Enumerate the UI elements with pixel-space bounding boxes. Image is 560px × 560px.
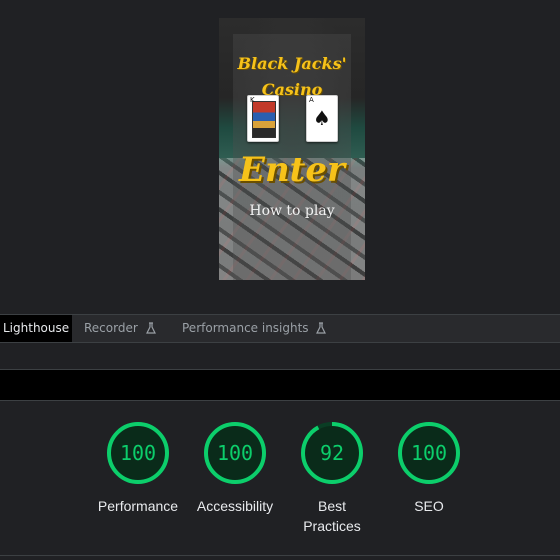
flask-icon: [316, 317, 327, 344]
performance-label: Performance: [97, 498, 179, 514]
king-face: [252, 101, 276, 138]
seo-gauge[interactable]: 100: [397, 421, 461, 485]
best-practices-label: Best Practices: [303, 498, 361, 534]
devtools-tab-bar: Lighthouse Recorder Performance insights: [0, 314, 560, 343]
tab-performance-insights[interactable]: Performance insights: [182, 315, 327, 344]
enter-button[interactable]: Enter: [219, 148, 365, 192]
king-card-image: K: [247, 95, 279, 142]
accessibility-gauge[interactable]: 100: [203, 421, 267, 485]
performance-gauge[interactable]: 100: [106, 421, 170, 485]
tab-recorder-label: Recorder: [84, 321, 138, 335]
seo-score: 100: [410, 441, 448, 465]
site-title-line1: Black Jacks': [237, 54, 347, 73]
flask-icon: [145, 317, 156, 344]
best-practices-score: 92: [319, 441, 345, 465]
accessibility-score: 100: [216, 441, 254, 465]
ace-of-spades-image: A ♠: [306, 95, 338, 142]
tab-performance-insights-label: Performance insights: [182, 321, 309, 335]
best-practices-gauge[interactable]: 92: [300, 421, 364, 485]
score-summary: 100 Performance 100 Accessibility 92 Bes…: [0, 401, 560, 560]
ace-card-index: A: [309, 96, 314, 104]
how-to-play-link[interactable]: How to play: [219, 201, 365, 221]
tab-lighthouse[interactable]: Lighthouse: [0, 315, 72, 342]
site-title-line2: Casino: [261, 80, 323, 99]
tab-recorder[interactable]: Recorder: [84, 315, 156, 342]
accessibility-label: Accessibility: [196, 498, 274, 514]
performance-score: 100: [119, 441, 157, 465]
lighthouse-toolbar: [0, 343, 560, 370]
tab-lighthouse-label: Lighthouse: [3, 321, 70, 335]
report-url-bar: [0, 370, 560, 401]
seo-label: SEO: [414, 498, 444, 514]
divider: [0, 555, 560, 556]
spade-icon: ♠: [313, 106, 331, 130]
king-card-index: K: [250, 96, 255, 104]
